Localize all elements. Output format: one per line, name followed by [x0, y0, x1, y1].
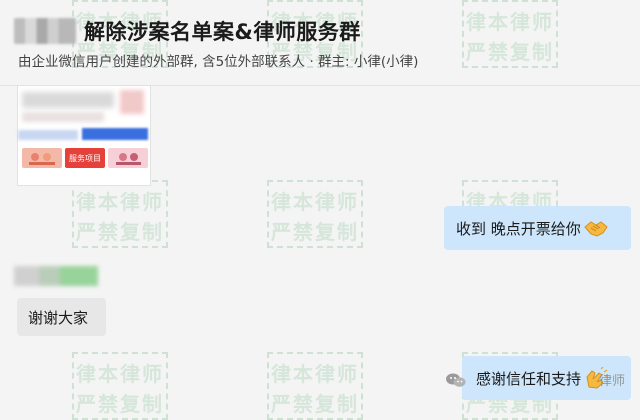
card-thumbnail: [22, 148, 62, 168]
message-bubble-incoming[interactable]: 谢谢大家: [17, 298, 106, 336]
group-avatar[interactable]: [14, 18, 76, 44]
wechat-icon: [445, 372, 467, 388]
shared-link-card[interactable]: 服务项目: [17, 86, 151, 186]
card-thumb-blur: [120, 90, 144, 114]
watermark: 律本律师严禁复制: [72, 180, 168, 248]
handshake-emoji-icon: [583, 217, 609, 239]
card-meta-blur: [18, 130, 78, 140]
card-link-blur: [82, 128, 148, 140]
message-text: 收到 晚点开票给你: [456, 219, 581, 238]
card-thumbnail: [108, 148, 148, 168]
watermark: 律本律师严禁复制: [267, 352, 363, 420]
watermark: 律本律师严禁复制: [72, 352, 168, 420]
title-row: 解除涉案名单案&律师服务群: [14, 14, 361, 48]
message-bubble-outgoing[interactable]: 收到 晚点开票给你: [444, 206, 631, 250]
chat-header: 解除涉案名单案&律师服务群 由企业微信用户创建的外部群, 含5位外部联系人 · …: [0, 0, 640, 86]
card-thumbnails: 服务项目: [22, 148, 148, 168]
sender-name-blurred[interactable]: [14, 266, 98, 286]
message-text: 谢谢大家: [28, 308, 89, 327]
card-desc-blur: [22, 112, 104, 122]
card-thumbnail: 服务项目: [65, 148, 105, 168]
footer-mark-text: 律师: [599, 374, 626, 389]
watermark: 律本律师严禁复制: [267, 180, 363, 248]
group-title[interactable]: 解除涉案名单案&律师服务群: [84, 16, 361, 46]
card-title-blur: [22, 92, 114, 108]
group-subtitle: 由企业微信用户创建的外部群, 含5位外部联系人 · 群主: 小律(小律): [18, 54, 419, 70]
wechat-source-mark: 律师: [445, 370, 625, 389]
